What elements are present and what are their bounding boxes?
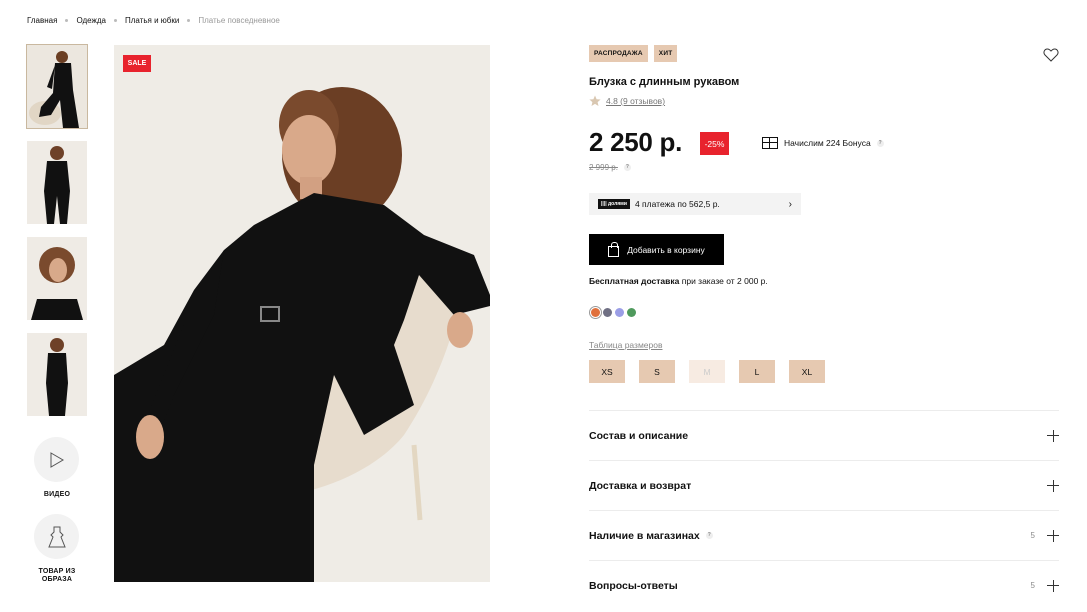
size-s[interactable]: S <box>639 360 675 383</box>
bag-icon <box>608 241 620 257</box>
thumbnail-1[interactable] <box>26 44 88 129</box>
delivery-note: Бесплатная доставка при заказе от 2 000 … <box>589 276 768 286</box>
product-rating: 4.8 (9 отзывов) <box>589 95 665 107</box>
video-label: ВИДЕО <box>43 491 71 498</box>
size-xl[interactable]: XL <box>789 360 825 383</box>
breadcrumb-item-clothing[interactable]: Одежда <box>76 16 106 25</box>
add-to-cart-label: Добавить в корзину <box>627 244 705 255</box>
tag-sale: РАСПРОДАЖА <box>589 45 648 62</box>
dress-icon <box>47 526 66 547</box>
dolyami-logo: |||| долями <box>598 199 630 209</box>
accordion-label-wrap: Наличие в магазинах ? <box>589 530 713 542</box>
size-l[interactable]: L <box>739 360 775 383</box>
accordion-delivery[interactable]: Доставка и возврат <box>589 460 1059 510</box>
main-product-image[interactable] <box>114 45 490 582</box>
price: 2 250 р. <box>589 127 682 157</box>
thumbnail-2[interactable] <box>27 141 87 224</box>
old-price-value: 2 999 р. <box>589 163 618 172</box>
sale-badge: SALE <box>123 55 151 72</box>
plus-icon <box>1047 529 1059 542</box>
breadcrumb-separator <box>114 19 117 22</box>
add-to-cart-button[interactable]: Добавить в корзину <box>589 234 724 265</box>
delivery-note-bold: Бесплатная доставка <box>589 276 680 286</box>
accordion-label: Вопросы-ответы <box>589 579 678 592</box>
plus-icon <box>1047 479 1059 492</box>
discount-badge: -25% <box>700 132 729 155</box>
thumbnail-3[interactable] <box>27 237 87 320</box>
breadcrumb-item-home[interactable]: Главная <box>27 16 57 25</box>
accordion-composition[interactable]: Состав и описание <box>589 410 1059 460</box>
breadcrumb-current: Платье повседневное <box>198 16 280 25</box>
chevron-right-icon: › <box>788 198 792 210</box>
help-icon[interactable]: ? <box>623 164 631 171</box>
heart-icon[interactable] <box>1043 47 1059 63</box>
old-price: 2 999 р. ? <box>589 163 631 172</box>
accordion-label: Состав и описание <box>589 429 689 442</box>
help-icon[interactable]: ? <box>705 532 713 539</box>
breadcrumb-separator <box>65 19 69 22</box>
color-swatch-green[interactable] <box>627 308 636 317</box>
play-icon <box>50 451 64 468</box>
size-selector: XS S M L XL <box>589 360 825 383</box>
breadcrumb: Главная Одежда Платья и юбки Платье повс… <box>27 16 280 25</box>
accordion-label: Наличие в магазинах <box>589 529 700 542</box>
gift-icon <box>762 137 778 149</box>
color-swatch-lavender[interactable] <box>615 308 624 317</box>
help-icon[interactable]: ? <box>876 139 884 147</box>
color-swatch-orange[interactable] <box>591 308 600 317</box>
installments-text: 4 платежа по 562,5 р. <box>634 199 720 209</box>
size-xs[interactable]: XS <box>589 360 625 383</box>
color-swatch-gray[interactable] <box>603 308 612 317</box>
accordion-availability[interactable]: Наличие в магазинах ? 5 <box>589 510 1059 560</box>
plus-icon <box>1047 579 1059 592</box>
size-table-link[interactable]: Таблица размеров <box>589 340 663 350</box>
product-title: Блузка с длинным рукавом <box>589 76 740 88</box>
product-tags: РАСПРОДАЖА ХИТ <box>589 45 678 62</box>
accordion-count: 5 <box>1030 531 1035 540</box>
thumbnail-4[interactable] <box>27 333 87 416</box>
outfit-button[interactable] <box>34 514 79 559</box>
video-button[interactable] <box>34 437 79 482</box>
plus-icon <box>1047 429 1059 442</box>
star-icon <box>589 95 601 106</box>
rating-reviews-link[interactable]: 4.8 (9 отзывов) <box>606 96 665 106</box>
delivery-note-rest: при заказе от 2 000 р. <box>681 276 768 286</box>
bonus-text: Начислим 224 Бонуса <box>784 138 871 148</box>
breadcrumb-separator <box>187 19 191 22</box>
tag-hit: ХИТ <box>653 45 678 62</box>
color-swatches <box>591 308 636 317</box>
outfit-label: ТОВАР ИЗ ОБРАЗА <box>38 568 76 583</box>
accordion-label: Доставка и возврат <box>589 479 692 492</box>
size-m[interactable]: M <box>689 360 725 383</box>
breadcrumb-item-dresses[interactable]: Платья и юбки <box>125 16 179 25</box>
bonus-info: Начислим 224 Бонуса ? <box>762 137 884 149</box>
accordion-questions[interactable]: Вопросы-ответы 5 <box>589 560 1059 610</box>
accordion-count: 5 <box>1030 581 1035 590</box>
installments-banner[interactable]: |||| долями 4 платежа по 562,5 р. › <box>589 193 801 215</box>
